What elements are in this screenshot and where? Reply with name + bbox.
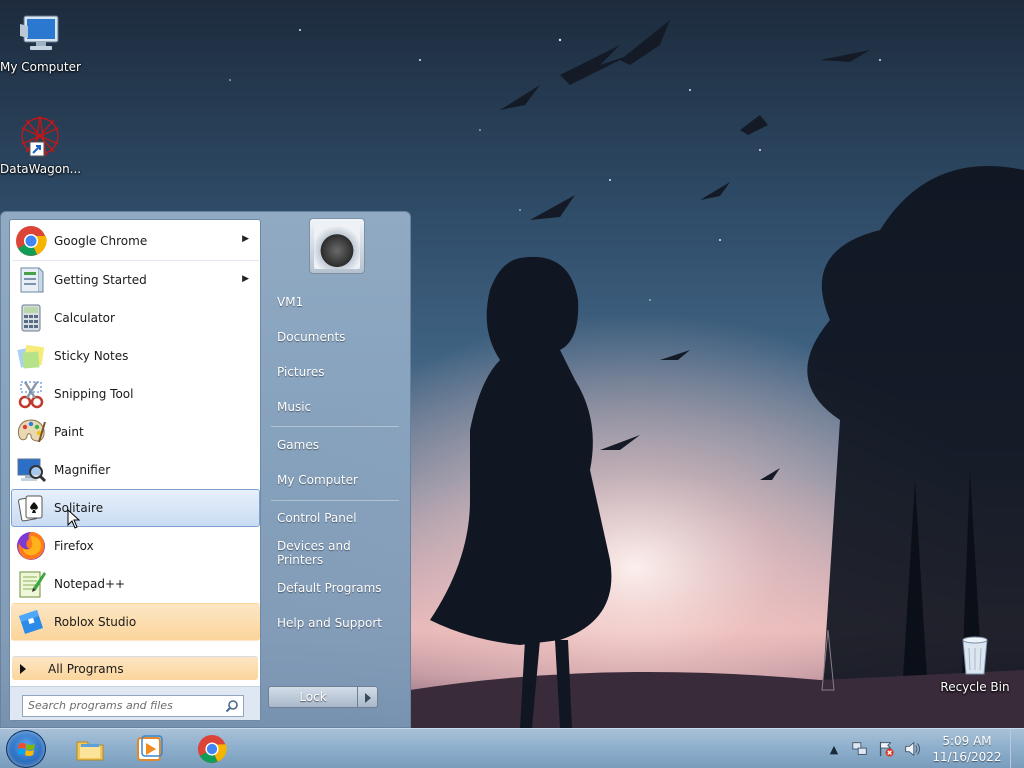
taskbar-clock[interactable]: 5:09 AM 11/16/2022 [928,733,1006,765]
magnifier-icon [14,453,48,487]
solitaire-icon [14,491,48,525]
program-label: Roblox Studio [54,615,137,629]
program-label: Firefox [54,539,94,553]
computer-icon [16,10,64,58]
expand-arrow-icon [20,663,26,674]
link-user-folder[interactable]: VM1 [267,287,399,317]
roblox-studio-icon [14,605,48,639]
start-button[interactable] [6,730,46,768]
taskbar: ▲ 5:09 AM 11/16/2022 [0,728,1024,768]
program-google-chrome[interactable]: Google Chrome ▶ [11,221,260,261]
submenu-arrow-icon[interactable]: ▶ [242,274,249,284]
desktop-icon-datawagon[interactable]: DataWagon... [0,112,82,176]
submenu-arrow-icon[interactable]: ▶ [242,234,249,244]
program-snipping-tool[interactable]: Snipping Tool [11,375,260,413]
calculator-icon [14,301,48,335]
start-menu-programs-pane: Google Chrome ▶ Getting Started ▶ Calcul… [9,219,261,721]
program-label: Notepad++ [54,577,126,591]
program-solitaire[interactable]: Solitaire [11,489,260,527]
search-input[interactable]: Search programs and files [22,695,244,717]
action-center-icon[interactable] [876,739,896,759]
media-player-icon [137,735,163,761]
show-desktop-button[interactable] [1010,729,1024,768]
firefox-icon [14,529,48,563]
recycle-bin-icon [951,630,999,678]
program-label: Paint [54,425,84,439]
paint-icon [14,415,48,449]
desktop-icon-label: Recycle Bin [940,680,1010,694]
program-label: Getting Started [54,273,147,287]
notepadpp-icon [14,567,48,601]
user-picture [314,223,360,269]
all-programs-button[interactable]: All Programs [12,656,258,680]
program-paint[interactable]: Paint [11,413,260,451]
desktop-icon-my-computer[interactable]: My Computer [0,10,81,74]
search-icon[interactable] [225,699,239,713]
link-documents[interactable]: Documents [267,322,399,352]
link-games[interactable]: Games [267,430,399,460]
start-menu: Google Chrome ▶ Getting Started ▶ Calcul… [0,211,411,728]
program-firefox[interactable]: Firefox [11,527,260,565]
link-default-programs[interactable]: Default Programs [267,573,399,603]
program-getting-started[interactable]: Getting Started ▶ [11,261,260,299]
link-my-computer[interactable]: My Computer [267,465,399,495]
taskbar-chrome-button[interactable] [190,732,234,766]
link-pictures[interactable]: Pictures [267,357,399,387]
start-menu-places-pane: VM1 Documents Pictures Music Games My Co… [263,212,411,727]
lock-button[interactable]: Lock [268,686,358,708]
program-notepadpp[interactable]: Notepad++ [11,565,260,603]
explorer-icon [76,741,104,761]
chrome-icon [14,224,48,258]
volume-icon[interactable] [902,739,922,759]
program-label: Google Chrome [54,234,148,248]
clock-time: 5:09 AM [942,734,992,748]
getting-started-icon [14,263,48,297]
program-label: Magnifier [54,463,111,477]
chrome-icon [197,734,227,764]
sticky-notes-icon [14,339,48,373]
taskbar-media-player-button[interactable] [128,732,172,766]
desktop-icon-label: DataWagon... [0,162,82,176]
link-control-panel[interactable]: Control Panel [267,503,399,533]
program-roblox-studio[interactable]: Roblox Studio [11,603,260,641]
program-label: Snipping Tool [54,387,134,401]
user-avatar[interactable] [309,218,365,274]
separator [271,500,399,501]
network-icon[interactable] [850,739,870,759]
desktop-icon-label: My Computer [0,60,81,74]
program-calculator[interactable]: Calculator [11,299,260,337]
all-programs-label: All Programs [48,661,124,676]
link-devices-printers[interactable]: Devices and Printers [267,538,399,568]
system-tray: ▲ 5:09 AM 11/16/2022 [824,729,1024,768]
show-hidden-icon[interactable]: ▲ [824,739,844,759]
mouse-cursor-icon [67,509,81,529]
datawagon-icon [16,112,64,160]
desktop-icon-recycle-bin[interactable]: Recycle Bin [935,630,1015,694]
shutdown-options-arrow-icon[interactable] [358,686,378,708]
link-help-support[interactable]: Help and Support [267,608,399,638]
program-label: Sticky Notes [54,349,129,363]
program-magnifier[interactable]: Magnifier [11,451,260,489]
separator [271,426,399,427]
taskbar-explorer-button[interactable] [68,732,112,766]
search-placeholder: Search programs and files [28,699,173,712]
link-music[interactable]: Music [267,392,399,422]
clock-date: 11/16/2022 [932,750,1002,764]
program-list: Google Chrome ▶ Getting Started ▶ Calcul… [11,221,260,641]
search-area: Search programs and files [10,686,260,720]
windows-logo-icon [18,743,35,756]
program-label: Calculator [54,311,115,325]
program-sticky-notes[interactable]: Sticky Notes [11,337,260,375]
snipping-tool-icon [14,377,48,411]
